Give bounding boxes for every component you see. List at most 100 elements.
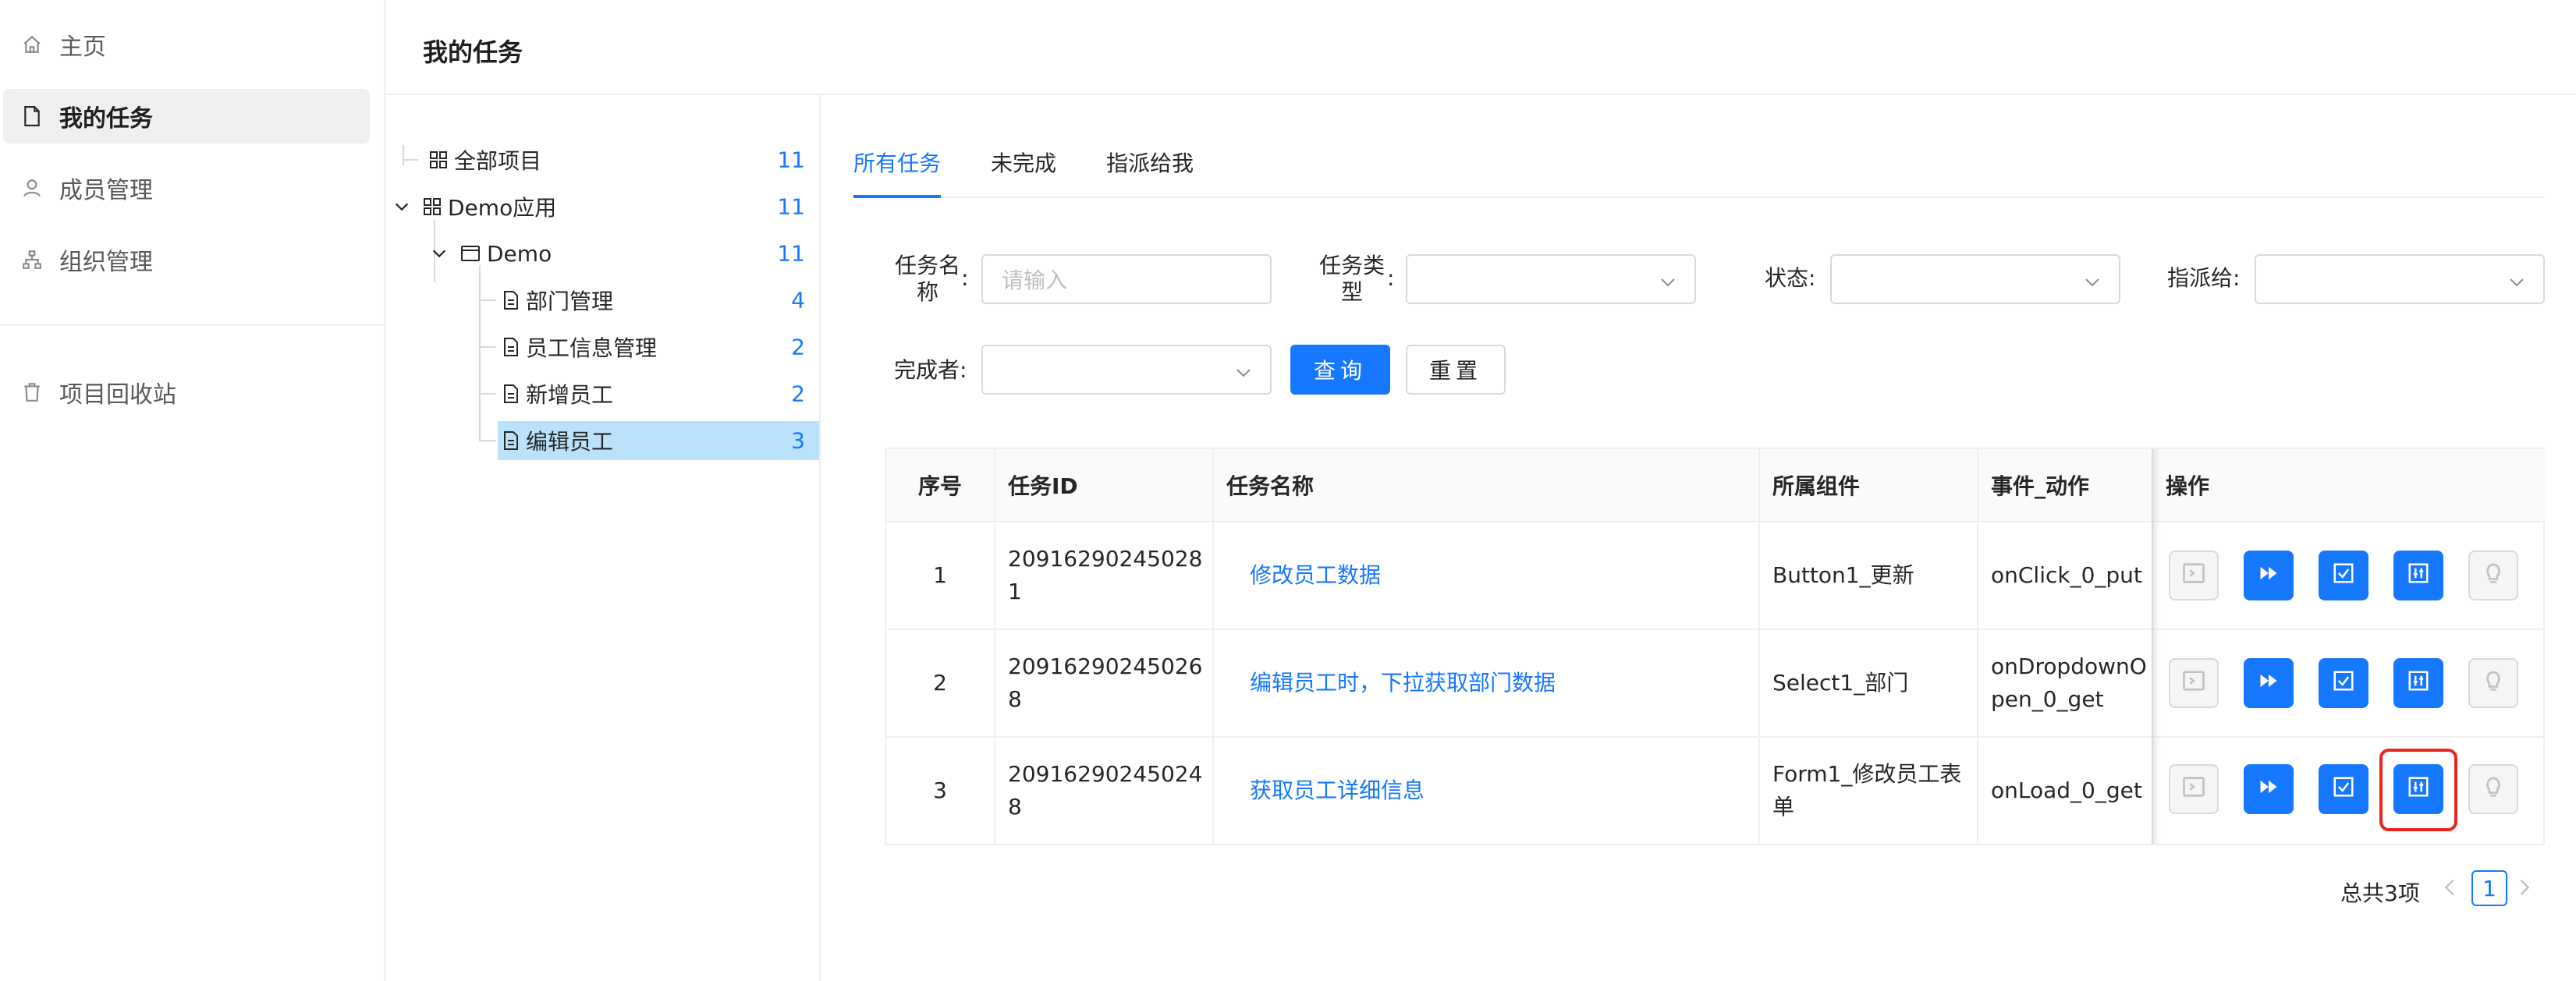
- mark-complete-button[interactable]: [2319, 658, 2368, 708]
- reset-button[interactable]: 重置: [1406, 345, 1506, 395]
- assignee-select[interactable]: [2255, 254, 2545, 304]
- nav-item-members[interactable]: 成员管理: [3, 161, 370, 215]
- tab-incomplete[interactable]: 未完成: [991, 147, 1056, 178]
- label-colon: :: [961, 265, 969, 291]
- home-icon: [20, 33, 44, 56]
- chevron-down-icon[interactable]: [431, 245, 448, 262]
- terminal-icon: [2182, 775, 2205, 804]
- nav-divider: [0, 324, 385, 326]
- tree-node-demo-app[interactable]: Demo应用 11: [393, 187, 819, 226]
- nav-item-recycle-bin[interactable]: 项目回收站: [3, 365, 370, 420]
- table-cell-component: Button1_更新: [1760, 522, 1978, 630]
- mark-complete-button[interactable]: [2319, 551, 2368, 600]
- hint-button[interactable]: [2468, 764, 2518, 814]
- tree-node-count: 4: [791, 287, 805, 313]
- tree-node-label: 全部项目: [454, 148, 542, 174]
- tree-node-department[interactable]: 部门管理 4: [502, 281, 819, 320]
- project-tree: 全部项目 11 Demo应用 11 Demo 11 部门管理 4 员工信息管理 …: [385, 95, 821, 981]
- tree-node-add-employee[interactable]: 新增员工 2: [502, 374, 819, 413]
- table-header-id: 任务ID: [995, 449, 1214, 522]
- table-cell-id: 209162902450268: [995, 630, 1214, 738]
- tree-node-label: 新增员工: [526, 382, 614, 408]
- task-name-input[interactable]: 请输入: [981, 254, 1272, 304]
- page-icon: [502, 384, 520, 403]
- completer-label: 完成者:: [894, 357, 967, 383]
- page-number-button[interactable]: 1: [2471, 870, 2507, 906]
- task-table: 序号 任务ID 任务名称 所属组件 事件_动作 操作 1 20916290245…: [885, 448, 2545, 845]
- status-select[interactable]: [1830, 254, 2120, 304]
- tree-connector: [479, 393, 496, 395]
- assignee-label: 指派给:: [2167, 265, 2241, 291]
- sliders-icon: [2407, 669, 2430, 698]
- chevron-down-icon: [1659, 271, 1677, 297]
- table-header-name: 任务名称: [1214, 449, 1760, 522]
- table-cell-index: 1: [886, 522, 995, 630]
- hint-button[interactable]: [2468, 551, 2518, 600]
- chevron-down-icon[interactable]: [393, 198, 410, 215]
- tree-node-count: 2: [791, 381, 805, 407]
- page-icon: [502, 431, 520, 450]
- settings-sliders-button[interactable]: [2393, 658, 2443, 708]
- task-name-link[interactable]: 修改员工数据: [1214, 522, 1760, 630]
- lightbulb-icon: [2482, 561, 2505, 590]
- completer-select[interactable]: [981, 345, 1272, 395]
- table-cell-id: 209162902450281: [995, 522, 1214, 630]
- task-tabs: 所有任务 未完成 指派给我: [853, 133, 2545, 198]
- table-cell-component: Select1_部门: [1760, 630, 1978, 738]
- terminal-icon: [2182, 561, 2205, 590]
- checkbox-icon: [2332, 669, 2355, 698]
- fast-forward-button[interactable]: [2244, 551, 2294, 600]
- fixed-column-shadow: [2152, 449, 2161, 844]
- tree-node-employee-info[interactable]: 员工信息管理 2: [502, 328, 819, 367]
- trash-icon: [20, 381, 44, 404]
- fast-forward-icon: [2258, 562, 2280, 590]
- lightbulb-icon: [2482, 669, 2505, 698]
- table-cell-index: 3: [886, 738, 995, 844]
- run-debug-button[interactable]: [2169, 551, 2219, 600]
- tree-node-count: 2: [791, 334, 805, 360]
- nav-item-label: 成员管理: [59, 177, 153, 204]
- prev-page-button[interactable]: [2442, 877, 2457, 904]
- query-button[interactable]: 查询: [1290, 345, 1390, 395]
- table-cell-event: onClick_0_put: [1978, 522, 2153, 630]
- nav-item-my-tasks[interactable]: 我的任务: [3, 89, 370, 143]
- task-type-select[interactable]: [1406, 254, 1696, 304]
- highlight-box: [2379, 749, 2457, 831]
- next-page-button[interactable]: [2517, 877, 2532, 904]
- tree-node-all-projects[interactable]: 全部项目 11: [429, 140, 819, 179]
- app-grid-icon: [423, 197, 442, 216]
- run-debug-button[interactable]: [2169, 764, 2219, 814]
- page-header: 我的任务: [385, 0, 2576, 95]
- hint-button[interactable]: [2468, 658, 2518, 708]
- table-cell-event: onDropdownOpen_0_get: [1978, 630, 2153, 738]
- checkbox-icon: [2332, 775, 2355, 804]
- table-header-actions: 操作: [2153, 449, 2545, 522]
- sliders-icon: [2407, 561, 2430, 590]
- page-icon: [502, 291, 520, 310]
- file-icon: [20, 104, 44, 128]
- table-cell-index: 2: [886, 630, 995, 738]
- mark-complete-button[interactable]: [2319, 764, 2368, 814]
- table-cell-component: Form1_修改员工表单: [1760, 738, 1978, 844]
- task-name-link[interactable]: 编辑员工时，下拉获取部门数据: [1214, 630, 1760, 738]
- table-cell-id: 209162902450248: [995, 738, 1214, 844]
- tree-node-label: Demo应用: [448, 195, 557, 221]
- nav-item-organization[interactable]: 组织管理: [3, 232, 370, 287]
- run-debug-button[interactable]: [2169, 658, 2219, 708]
- chevron-down-icon: [1234, 362, 1253, 388]
- tab-all-tasks[interactable]: 所有任务: [853, 147, 941, 178]
- fast-forward-button[interactable]: [2244, 658, 2294, 708]
- task-name-label: 任务名称: [894, 253, 960, 305]
- tree-node-edit-employee[interactable]: 编辑员工 3: [498, 421, 819, 460]
- fast-forward-button[interactable]: [2244, 764, 2294, 814]
- table-header-index: 序号: [886, 449, 995, 522]
- pagination-total: 总共3项: [2340, 880, 2420, 906]
- tree-node-demo[interactable]: Demo 11: [431, 234, 819, 273]
- fast-forward-icon: [2258, 670, 2280, 697]
- tree-node-label: 员工信息管理: [526, 335, 658, 361]
- tab-assigned-to-me[interactable]: 指派给我: [1106, 147, 1194, 178]
- settings-sliders-button[interactable]: [2393, 551, 2443, 600]
- tree-connector: [479, 299, 496, 301]
- nav-item-home[interactable]: 主页: [3, 17, 370, 72]
- task-name-link[interactable]: 获取员工详细信息: [1214, 738, 1760, 844]
